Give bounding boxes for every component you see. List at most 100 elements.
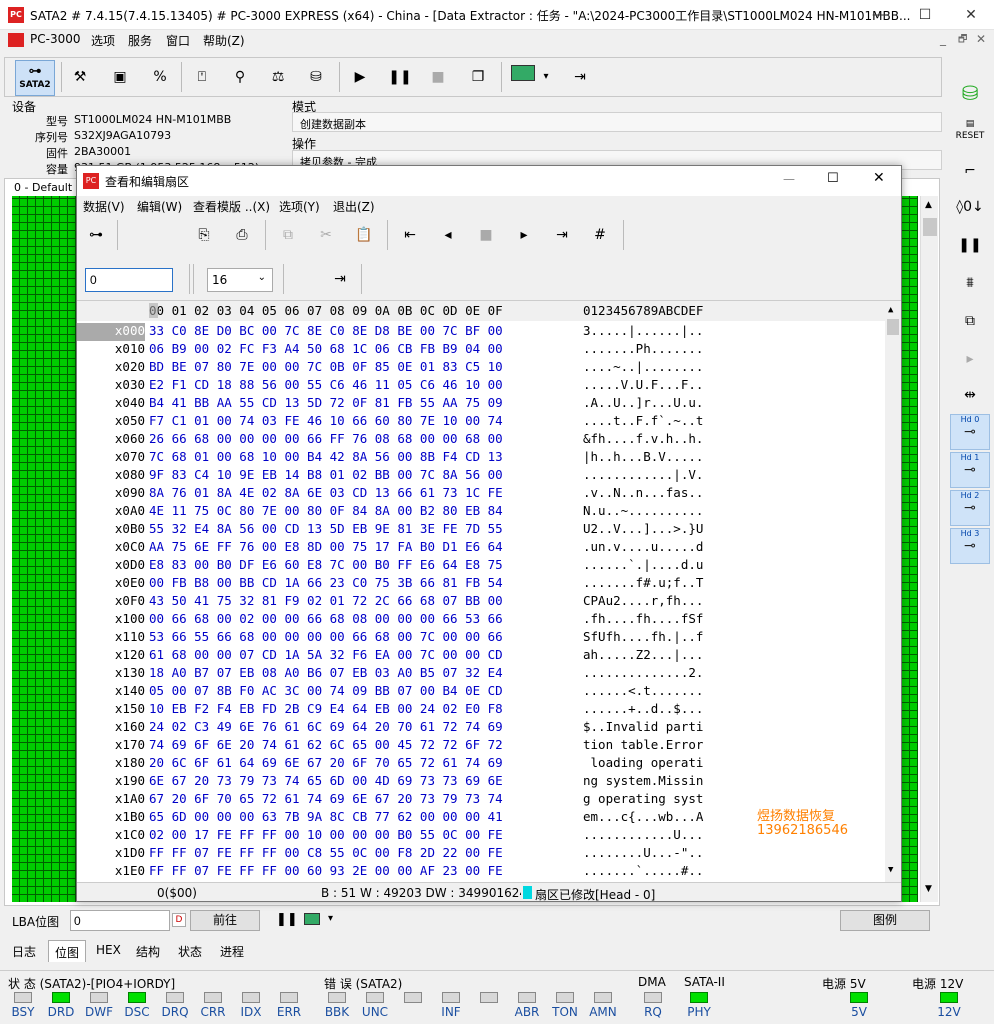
sata-port-button[interactable]: ⊶ SATA2: [15, 60, 55, 96]
head-2-button[interactable]: Hd 2 ⊸: [950, 490, 990, 526]
hex-row-ascii[interactable]: ......+..d..$...: [583, 701, 703, 716]
tools-icon[interactable]: ⚒: [65, 62, 95, 92]
hex-row-bytes[interactable]: 43 50 41 75 32 81 F9 02 01 72 2C 66 68 0…: [149, 593, 503, 608]
hex-row-ascii[interactable]: SfUfh....fh.|..f: [583, 629, 703, 644]
hex-row-bytes[interactable]: 26 66 68 00 00 00 00 66 FF 76 08 68 00 0…: [149, 431, 503, 446]
mdi-close-button[interactable]: ✕: [976, 32, 986, 46]
pause-right-icon[interactable]: ❚❚: [950, 228, 990, 262]
write-sector-icon[interactable]: ⎙: [227, 220, 257, 250]
hex-row-bytes[interactable]: 6E 67 20 73 79 73 74 65 6D 00 4D 69 73 7…: [149, 773, 503, 788]
hex-row-bytes[interactable]: 65 6D 00 00 00 63 7B 9A 8C CB 77 62 00 0…: [149, 809, 503, 824]
hex-row-ascii[interactable]: ......`.|....d.u: [583, 557, 703, 572]
hex-row-bytes[interactable]: 74 69 6F 6E 20 74 61 62 6C 65 00 45 72 7…: [149, 737, 503, 752]
hex-row-ascii[interactable]: ........U...-"..: [583, 845, 703, 860]
menu-window[interactable]: 窗口: [166, 32, 190, 49]
mdi-minimize-button[interactable]: _: [940, 32, 946, 46]
hex-row-bytes[interactable]: 67 20 6F 70 65 72 61 74 69 6E 67 20 73 7…: [149, 791, 503, 806]
tab-structure[interactable]: 结构: [130, 940, 166, 962]
hex-scroll-thumb[interactable]: [887, 319, 899, 335]
lba-calc-icon[interactable]: D: [172, 913, 186, 927]
hex-row-ascii[interactable]: em...c{...wb...A: [583, 809, 703, 824]
dialog-menu-exit[interactable]: 退出(Z): [333, 198, 375, 215]
hex-row-ascii[interactable]: ............|.V.: [583, 467, 703, 482]
hex-row-ascii[interactable]: &fh....f.v.h..h.: [583, 431, 703, 446]
hex-row-bytes[interactable]: FF FF 07 FE FF FF 00 60 93 2E 00 00 AF 2…: [149, 863, 503, 878]
hex-row-ascii[interactable]: ............U...: [583, 827, 703, 842]
hex-row-bytes[interactable]: BD BE 07 80 7E 00 00 7C 0B 0F 85 0E 01 8…: [149, 359, 503, 374]
hex-row-bytes[interactable]: 55 32 E4 8A 56 00 CD 13 5D EB 9E 81 3E F…: [149, 521, 503, 536]
disk-tools-icon[interactable]: ⛁: [301, 62, 331, 92]
hex-row-bytes[interactable]: E2 F1 CD 18 88 56 00 55 C6 46 11 05 C6 4…: [149, 377, 503, 392]
hex-row-ascii[interactable]: ......<.t.......: [583, 683, 703, 698]
hex-row-ascii[interactable]: ....~..|........: [583, 359, 703, 374]
tab-process[interactable]: 进程: [214, 940, 250, 962]
exit-runner-icon[interactable]: ⇥: [565, 62, 595, 92]
hex-row-ascii[interactable]: ng system.Missin: [583, 773, 703, 788]
goto-button[interactable]: 前往: [190, 910, 260, 931]
hex-scroll-up-icon[interactable]: ▲: [888, 305, 893, 315]
play-icon[interactable]: ▶: [345, 62, 375, 92]
head-1-button[interactable]: Hd 1 ⊸: [950, 452, 990, 488]
dialog-close-button[interactable]: ✕: [873, 170, 885, 186]
exit-dialog-icon[interactable]: ⇥: [325, 264, 355, 294]
hex-row-bytes[interactable]: 00 FB B8 00 BB CD 1A 66 23 C0 75 3B 66 8…: [149, 575, 503, 590]
hex-row-ascii[interactable]: .un.v....u.....d: [583, 539, 703, 554]
first-sector-icon[interactable]: ⇤: [395, 220, 425, 250]
scroll-up-icon[interactable]: ▲: [925, 200, 932, 210]
hex-row-bytes[interactable]: E8 83 00 B0 DF E6 60 E8 7C 00 B0 FF E6 6…: [149, 557, 503, 572]
hex-row-bytes[interactable]: 61 68 00 00 07 CD 1A 5A 32 F6 EA 00 7C 0…: [149, 647, 503, 662]
dialog-menu-template[interactable]: 查看模版 ..(X): [193, 198, 270, 215]
read-sector-icon[interactable]: ⎘: [189, 220, 219, 250]
row-width-select[interactable]: 16 ⌄: [207, 268, 273, 292]
display-mode-icon[interactable]: [304, 913, 320, 925]
hex-row-ascii[interactable]: g operating syst: [583, 791, 703, 806]
hex-row-bytes[interactable]: 20 6C 6F 61 64 69 6E 67 20 6F 70 65 72 6…: [149, 755, 503, 770]
hex-row-ascii[interactable]: loading operati: [583, 755, 704, 770]
hex-row-bytes[interactable]: 53 66 55 66 68 00 00 00 00 66 68 00 7C 0…: [149, 629, 503, 644]
dialog-minimize-button[interactable]: —: [783, 172, 795, 186]
mdi-restore-button[interactable]: 🗗: [958, 32, 967, 49]
hex-row-bytes[interactable]: 18 A0 B7 07 EB 08 A0 B6 07 EB 03 A0 B5 0…: [149, 665, 503, 680]
sector-bitmap-right[interactable]: [902, 196, 918, 902]
hex-row-bytes[interactable]: 10 EB F2 F4 EB FD 2B C9 E4 64 EB 00 24 0…: [149, 701, 503, 716]
hex-row-ascii[interactable]: |h..h...B.V.....: [583, 449, 703, 464]
hex-row-ascii[interactable]: ..............2.: [583, 665, 703, 680]
hex-scrollbar[interactable]: ▲ ▼: [885, 301, 901, 883]
dialog-menu-options[interactable]: 选项(Y): [279, 198, 320, 215]
hex-row-bytes[interactable]: 05 00 07 8B F0 AC 3C 00 74 09 BB 07 00 B…: [149, 683, 503, 698]
pause-icon[interactable]: ❚❚: [385, 62, 415, 92]
close-button[interactable]: ✕: [948, 0, 994, 30]
dialog-menu-edit[interactable]: 编辑(W): [137, 198, 182, 215]
last-sector-icon[interactable]: ⇥: [547, 220, 577, 250]
binoculars-icon[interactable]: ⚲: [225, 62, 255, 92]
scroll-down-icon[interactable]: ▼: [925, 884, 932, 894]
hex-row-bytes[interactable]: 02 00 17 FE FF FF 00 10 00 00 00 B0 55 0…: [149, 827, 503, 842]
hex-row-bytes[interactable]: 7C 68 01 00 68 10 00 B4 42 8A 56 00 8B F…: [149, 449, 503, 464]
maximize-button[interactable]: ☐: [902, 0, 948, 30]
prev-sector-icon[interactable]: ◂: [433, 220, 463, 250]
hex-row-bytes[interactable]: B4 41 BB AA 55 CD 13 5D 72 0F 81 FB 55 A…: [149, 395, 503, 410]
power-disk-icon[interactable]: ⛁: [950, 76, 990, 110]
hex-row-ascii[interactable]: ....t..F.f`.~..t: [583, 413, 703, 428]
chart-icon[interactable]: ⩩: [950, 266, 990, 300]
tab-status[interactable]: 状态: [172, 940, 208, 962]
hex-row-ascii[interactable]: N.u..~..........: [583, 503, 703, 518]
goto-sector-icon[interactable]: #: [585, 220, 615, 250]
menu-pc3000[interactable]: PC-3000: [30, 32, 80, 46]
legend-button[interactable]: 图例: [840, 910, 930, 931]
next-sector-icon[interactable]: ▸: [509, 220, 539, 250]
hex-row-ascii[interactable]: .......f#.u;f..T: [583, 575, 703, 590]
hex-scroll-down-icon[interactable]: ▼: [888, 865, 893, 875]
hex-row-bytes[interactable]: AA 75 6E FF 76 00 E8 8D 00 75 17 FA B0 D…: [149, 539, 503, 554]
scale-icon[interactable]: ⚖: [263, 62, 293, 92]
head-3-button[interactable]: Hd 3 ⊸: [950, 528, 990, 564]
tab-hex[interactable]: HEX: [90, 940, 127, 962]
minimize-button[interactable]: —: [856, 0, 902, 30]
display-mode-dropdown-icon[interactable]: ▾: [328, 913, 333, 924]
dialog-menu-data[interactable]: 数据(V): [83, 198, 125, 215]
connector-icon[interactable]: ⇹: [950, 378, 990, 412]
disconnect-icon[interactable]: ⧉: [950, 304, 990, 338]
tab-bitmap[interactable]: 位图: [48, 940, 87, 962]
hex-row-bytes[interactable]: 24 02 C3 49 6E 76 61 6C 69 64 20 70 61 7…: [149, 719, 503, 734]
bitmap-tab-default[interactable]: 0 - Default: [14, 181, 72, 194]
